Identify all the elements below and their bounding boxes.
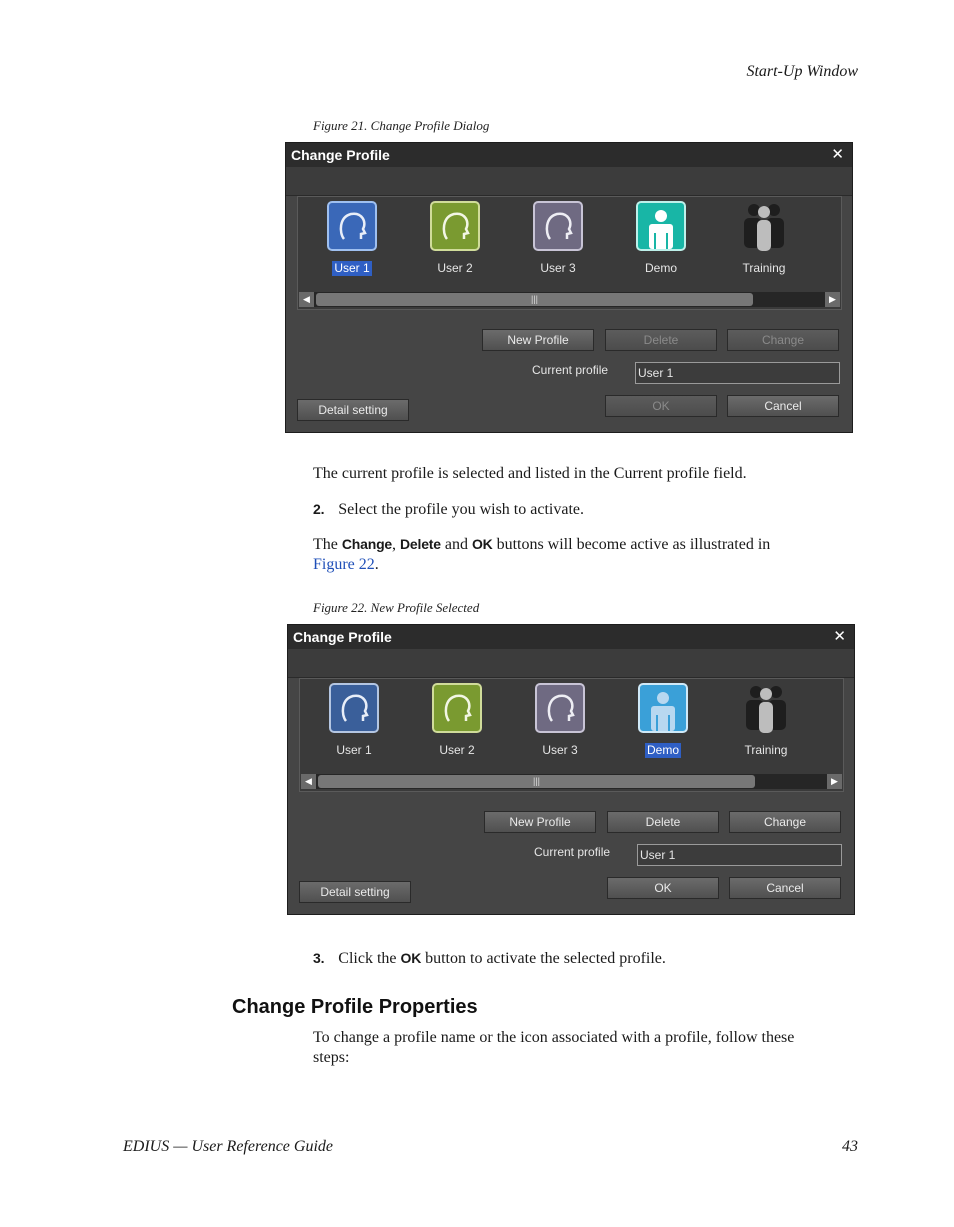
profile-user-3[interactable]: User 3 xyxy=(520,683,600,759)
cancel-button[interactable]: Cancel xyxy=(729,877,841,899)
step-text: Select the profile you wish to activate. xyxy=(338,501,584,518)
head-icon xyxy=(329,683,379,733)
group-icon xyxy=(739,201,789,251)
text-run: The xyxy=(313,536,342,553)
toolbar-strip xyxy=(286,167,852,196)
text-run: steps: xyxy=(313,1049,350,1066)
text-run: , xyxy=(392,536,401,553)
scroll-thumb[interactable]: ||| xyxy=(318,775,755,788)
profile-label: Training xyxy=(742,261,786,275)
profile-user-2[interactable]: User 2 xyxy=(417,683,497,759)
figure-22-caption: Figure 22. New Profile Selected xyxy=(313,600,480,615)
text-run: and xyxy=(440,536,472,553)
paragraph-buttons-active: The Change, Delete and OK buttons will b… xyxy=(313,534,858,575)
head-icon xyxy=(535,683,585,733)
change-profile-dialog-1: Change Profile ✕ User 1 User 2 User 3 De… xyxy=(285,142,853,433)
step-2: 2. Select the profile you wish to activat… xyxy=(313,499,584,520)
profile-label: Training xyxy=(744,743,788,757)
figure-22-link[interactable]: Figure 22 xyxy=(313,556,375,573)
head-icon xyxy=(327,201,377,251)
text-run: button to activate the selected profile. xyxy=(421,950,666,967)
current-profile-label: Current profile xyxy=(532,363,609,377)
current-profile-field[interactable]: User 1 xyxy=(635,362,840,384)
delete-keyword: Delete xyxy=(400,536,441,552)
profile-user-1[interactable]: User 1 xyxy=(312,201,392,277)
dialog-title: Change Profile xyxy=(288,625,854,649)
change-button[interactable]: Change xyxy=(729,811,841,833)
page-number: 43 xyxy=(842,1138,858,1155)
step-3: 3. Click the OK button to activate the se… xyxy=(313,948,666,969)
new-profile-button[interactable]: New Profile xyxy=(482,329,594,351)
profile-label: User 1 xyxy=(332,261,372,276)
section-title: Change Profile Properties xyxy=(232,996,478,1018)
delete-button[interactable]: Delete xyxy=(605,329,717,351)
profile-training[interactable]: Training xyxy=(726,683,806,759)
profile-label: Demo xyxy=(644,261,677,275)
step-number: 2. xyxy=(313,501,325,517)
profile-user-3[interactable]: User 3 xyxy=(518,201,598,277)
detail-setting-button[interactable]: Detail setting xyxy=(297,399,409,421)
head-icon xyxy=(430,201,480,251)
figure-21-caption: Figure 21. Change Profile Dialog xyxy=(313,118,490,133)
toolbar-strip xyxy=(288,649,854,678)
text-run: To change a profile name or the icon ass… xyxy=(313,1029,795,1046)
profile-list: User 1 User 2 User 3 Demo Training ◀ |||… xyxy=(299,678,844,792)
current-profile-field[interactable]: User 1 xyxy=(637,844,842,866)
text-run: Click the xyxy=(338,950,401,967)
profile-user-2[interactable]: User 2 xyxy=(415,201,495,277)
horizontal-scrollbar[interactable]: ◀ ||| ▶ xyxy=(299,292,840,307)
ok-keyword: OK xyxy=(471,536,493,552)
scroll-left-icon[interactable]: ◀ xyxy=(299,292,314,307)
profile-label: User 1 xyxy=(336,743,372,757)
person-icon xyxy=(638,683,688,733)
head-icon xyxy=(432,683,482,733)
change-button[interactable]: Change xyxy=(727,329,839,351)
delete-button[interactable]: Delete xyxy=(607,811,719,833)
text-run: buttons will become active as illustrate… xyxy=(492,536,771,553)
person-icon xyxy=(636,201,686,251)
scroll-right-icon[interactable]: ▶ xyxy=(825,292,840,307)
cancel-button[interactable]: Cancel xyxy=(727,395,839,417)
paragraph-change-properties: To change a profile name or the icon ass… xyxy=(313,1028,794,1068)
ok-keyword: OK xyxy=(400,950,422,966)
ok-button[interactable]: OK xyxy=(607,877,719,899)
profile-training[interactable]: Training xyxy=(724,201,804,277)
scroll-thumb[interactable]: ||| xyxy=(316,293,753,306)
group-icon xyxy=(741,683,791,733)
profile-label: User 2 xyxy=(439,743,475,757)
current-profile-label: Current profile xyxy=(534,845,611,859)
profile-user-1[interactable]: User 1 xyxy=(314,683,394,759)
paragraph-current-profile: The current profile is selected and list… xyxy=(313,465,747,482)
profile-list: User 1 User 2 User 3 Demo Training ◀ |||… xyxy=(297,196,842,310)
profile-label: User 2 xyxy=(437,261,473,275)
profile-demo[interactable]: Demo xyxy=(621,201,701,277)
close-icon[interactable]: ✕ xyxy=(831,143,844,167)
head-icon xyxy=(533,201,583,251)
detail-setting-button[interactable]: Detail setting xyxy=(299,881,411,903)
horizontal-scrollbar[interactable]: ◀ ||| ▶ xyxy=(301,774,842,789)
scroll-left-icon[interactable]: ◀ xyxy=(301,774,316,789)
profile-label: Demo xyxy=(644,743,681,758)
profile-label: User 3 xyxy=(540,261,576,275)
running-header: Start-Up Window xyxy=(746,63,858,80)
ok-button[interactable]: OK xyxy=(605,395,717,417)
new-profile-button[interactable]: New Profile xyxy=(484,811,596,833)
profile-demo[interactable]: Demo xyxy=(623,683,703,759)
close-icon[interactable]: ✕ xyxy=(833,625,846,649)
step-number: 3. xyxy=(313,950,325,966)
footer-title: EDIUS — User Reference Guide xyxy=(123,1138,334,1155)
dialog-title: Change Profile xyxy=(286,143,852,167)
scroll-right-icon[interactable]: ▶ xyxy=(827,774,842,789)
change-keyword: Change xyxy=(341,536,393,552)
change-profile-dialog-2: Change Profile ✕ User 1 User 2 User 3 De… xyxy=(287,624,855,915)
profile-label: User 3 xyxy=(542,743,578,757)
text-run: . xyxy=(374,556,379,573)
